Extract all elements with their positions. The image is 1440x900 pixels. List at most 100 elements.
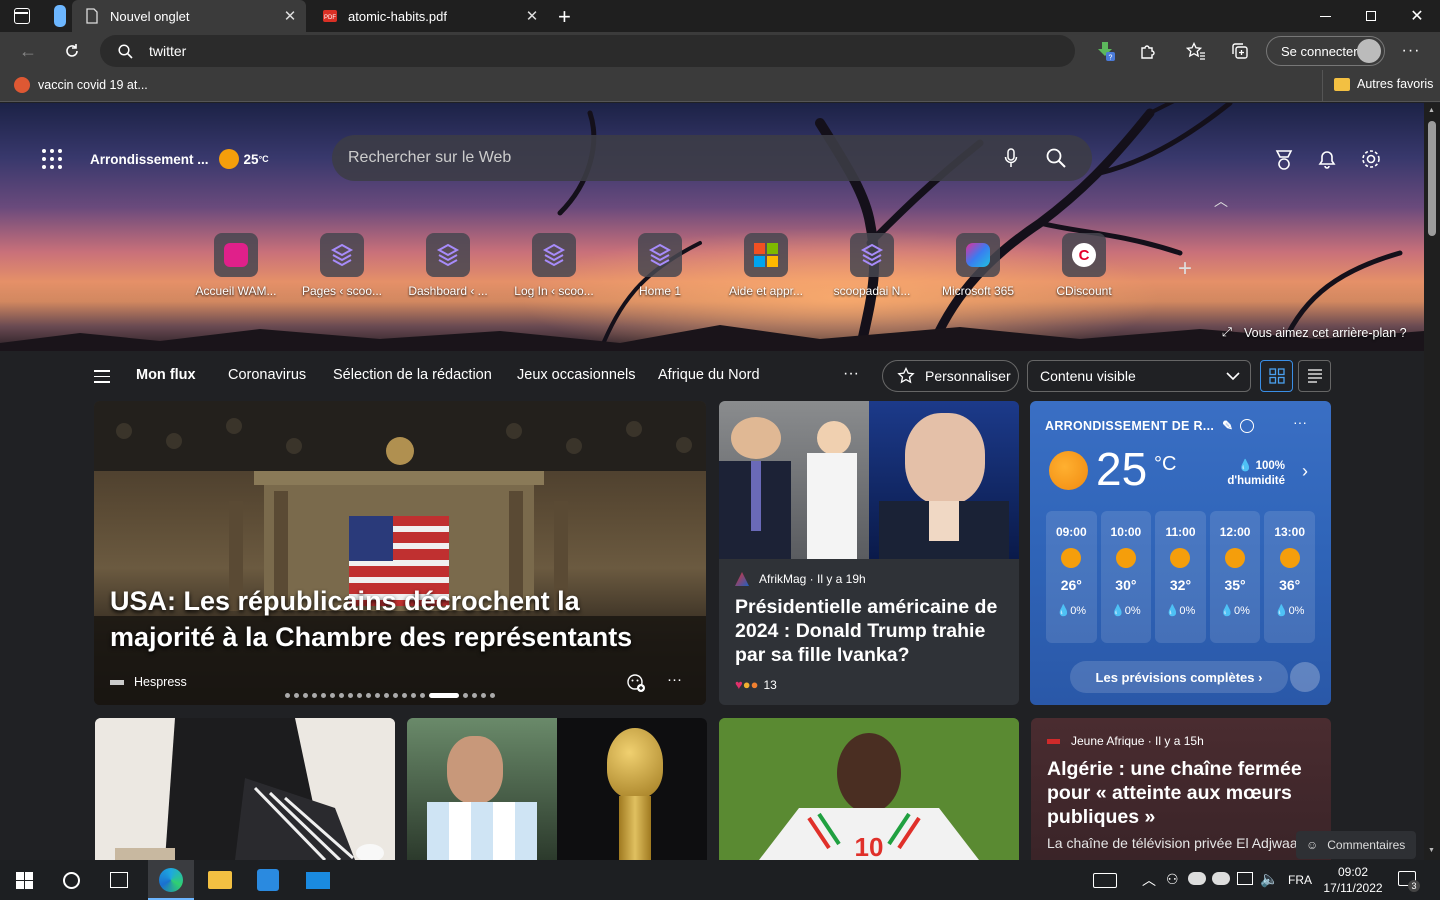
add-reaction-icon[interactable] bbox=[626, 673, 646, 693]
weather-widget[interactable]: Arrondissement ... 25 °C bbox=[90, 149, 269, 169]
globe-icon[interactable] bbox=[1240, 419, 1255, 433]
nav-more[interactable]: ··· bbox=[843, 365, 859, 383]
edit-pencil-icon[interactable]: ✎ bbox=[1222, 418, 1233, 434]
clock[interactable]: 09:02 17/11/2022 bbox=[1318, 864, 1388, 896]
carousel-indicators[interactable] bbox=[285, 693, 495, 698]
reactions[interactable]: ♥●● 13 bbox=[735, 677, 777, 692]
extensions-icon[interactable] bbox=[1135, 38, 1161, 64]
quicklink[interactable]: Dashboard ‹ ... bbox=[396, 233, 500, 298]
nav-casual-games[interactable]: Jeux occasionnels bbox=[517, 367, 636, 383]
more-options-icon[interactable]: ··· bbox=[667, 671, 682, 688]
minimize-button[interactable] bbox=[1302, 0, 1348, 32]
microphone-icon[interactable] bbox=[1004, 148, 1018, 168]
add-quicklink-button[interactable]: + bbox=[1178, 255, 1192, 283]
tab-actions-icon[interactable] bbox=[14, 8, 30, 24]
restore-button[interactable] bbox=[1348, 0, 1394, 32]
quicklink[interactable]: Home 1 bbox=[608, 233, 712, 298]
tab-new-tab[interactable]: Nouvel onglet ✕ bbox=[72, 0, 306, 32]
close-tab-icon[interactable]: ✕ bbox=[524, 7, 540, 25]
file-explorer-icon[interactable] bbox=[208, 871, 232, 889]
quicklink[interactable]: Accueil WAM... bbox=[184, 233, 288, 298]
article-headline[interactable]: Présidentielle américaine de 2024 : Dona… bbox=[735, 595, 1007, 667]
grid-layout-button[interactable] bbox=[1260, 360, 1293, 392]
task-view-icon[interactable] bbox=[110, 872, 128, 888]
nav-editors-picks[interactable]: Sélection de la rédaction bbox=[333, 367, 492, 383]
close-tab-icon[interactable]: ✕ bbox=[282, 7, 298, 25]
article-card[interactable] bbox=[95, 718, 395, 860]
notifications-icon[interactable] bbox=[1316, 148, 1338, 170]
notifications-center-icon[interactable]: 3 bbox=[1398, 871, 1420, 892]
volume-icon[interactable]: 🔈 bbox=[1260, 870, 1279, 888]
quicklink[interactable]: C CDiscount bbox=[1032, 233, 1136, 298]
favorite-label: vaccin covid 19 at... bbox=[38, 78, 148, 92]
full-forecast-button[interactable]: Les prévisions complètes › bbox=[1070, 661, 1288, 693]
page-scrollbar[interactable]: ▲ ▼ bbox=[1424, 103, 1440, 860]
content-select-value: Contenu visible bbox=[1040, 368, 1136, 384]
refresh-icon[interactable] bbox=[59, 38, 85, 64]
back-icon[interactable]: ← bbox=[15, 38, 41, 64]
nav-coronavirus[interactable]: Coronavirus bbox=[228, 367, 306, 383]
list-layout-button[interactable] bbox=[1298, 360, 1331, 392]
workspaces-icon[interactable] bbox=[54, 5, 66, 27]
content-visibility-select[interactable]: Contenu visible bbox=[1027, 360, 1251, 392]
taskbar-edge[interactable] bbox=[148, 860, 194, 900]
menu-hamburger-icon[interactable] bbox=[94, 370, 110, 383]
settings-gear-icon[interactable] bbox=[1360, 148, 1382, 170]
network-icon[interactable] bbox=[1237, 872, 1253, 885]
quicklink-label: scoopadai N... bbox=[833, 284, 911, 298]
address-bar[interactable]: twitter bbox=[100, 35, 1075, 67]
featured-headline[interactable]: USA: Les républicains décrochent la majo… bbox=[110, 583, 690, 655]
windows-start-icon[interactable] bbox=[16, 872, 33, 889]
favorite-item[interactable]: vaccin covid 19 at... bbox=[14, 77, 148, 93]
scroll-down-arrow-icon[interactable]: ▼ bbox=[1428, 847, 1435, 854]
store-icon[interactable] bbox=[257, 869, 279, 891]
quicklink[interactable]: scoopadai N... bbox=[820, 233, 924, 298]
search-icon[interactable] bbox=[1046, 148, 1066, 168]
onedrive-icon[interactable] bbox=[1188, 872, 1206, 885]
article-card[interactable]: Jeune Afrique · Il y a 15h Algérie : une… bbox=[1031, 718, 1331, 860]
nav-north-africa[interactable]: Afrique du Nord bbox=[658, 367, 760, 383]
collapse-chevron-icon[interactable]: ︿ bbox=[1214, 191, 1228, 211]
weather-more-icon[interactable]: ··· bbox=[1293, 414, 1307, 430]
rewards-icon[interactable] bbox=[1273, 149, 1295, 171]
article-card[interactable] bbox=[407, 718, 707, 860]
article-card[interactable]: 10 bbox=[719, 718, 1019, 860]
background-feedback[interactable]: ⤢ Vous aimez cet arrière-plan ? bbox=[1222, 325, 1407, 340]
article-image-trump bbox=[719, 401, 869, 559]
nav-my-feed[interactable]: Mon flux bbox=[136, 367, 196, 383]
mail-icon[interactable] bbox=[306, 872, 330, 889]
onedrive-business-icon[interactable] bbox=[1212, 872, 1230, 885]
weather-map-icon[interactable] bbox=[1290, 662, 1320, 692]
article-headline[interactable]: Algérie : une chaîne fermée pour « attei… bbox=[1047, 757, 1321, 829]
personalize-button[interactable]: Personnaliser bbox=[882, 360, 1019, 392]
article-card[interactable]: AfrikMag · Il y a 19h Présidentielle amé… bbox=[719, 401, 1019, 705]
settings-more-icon[interactable]: ··· bbox=[1398, 38, 1424, 64]
featured-article-card[interactable]: USA: Les républicains décrochent la majo… bbox=[94, 401, 706, 705]
new-tab-button[interactable]: + bbox=[558, 4, 571, 30]
meet-now-icon[interactable]: ⚇ bbox=[1166, 871, 1179, 888]
collections-icon[interactable] bbox=[1227, 38, 1253, 64]
search-circle-icon[interactable] bbox=[63, 872, 80, 889]
scroll-up-arrow-icon[interactable]: ▲ bbox=[1428, 107, 1435, 114]
quicklink[interactable]: Pages ‹ scoo... bbox=[290, 233, 394, 298]
sign-in-button[interactable]: Se connecter bbox=[1266, 36, 1385, 66]
quicklink[interactable]: Aide et appr... bbox=[714, 233, 818, 298]
scrollbar-thumb[interactable] bbox=[1428, 121, 1436, 236]
quicklink[interactable]: Microsoft 365 bbox=[926, 233, 1030, 298]
web-search-box[interactable]: Rechercher sur le Web bbox=[332, 135, 1092, 181]
chevron-right-icon[interactable]: › bbox=[1302, 461, 1308, 482]
other-favorites[interactable]: Autres favoris bbox=[1334, 77, 1433, 91]
weather-card[interactable]: ARRONDISSEMENT DE R... ✎ ··· 25 °C 💧 100%… bbox=[1030, 401, 1331, 705]
download-extension-icon[interactable]: ? bbox=[1093, 38, 1119, 64]
favorites-icon[interactable] bbox=[1183, 38, 1209, 64]
search-placeholder: Rechercher sur le Web bbox=[348, 149, 512, 166]
quicklink[interactable]: Log In ‹ scoo... bbox=[502, 233, 606, 298]
feedback-button[interactable]: ☺ Commentaires bbox=[1296, 831, 1416, 859]
tab-pdf[interactable]: PDF atomic-habits.pdf ✕ bbox=[310, 0, 548, 32]
show-hidden-icons-chevron[interactable]: ︿ bbox=[1142, 870, 1156, 890]
address-text: twitter bbox=[149, 43, 187, 59]
close-window-button[interactable]: ✕ bbox=[1394, 0, 1440, 32]
language-indicator[interactable]: FRA bbox=[1288, 873, 1312, 887]
apps-launcher-icon[interactable] bbox=[42, 149, 62, 169]
keyboard-icon[interactable] bbox=[1093, 873, 1117, 888]
